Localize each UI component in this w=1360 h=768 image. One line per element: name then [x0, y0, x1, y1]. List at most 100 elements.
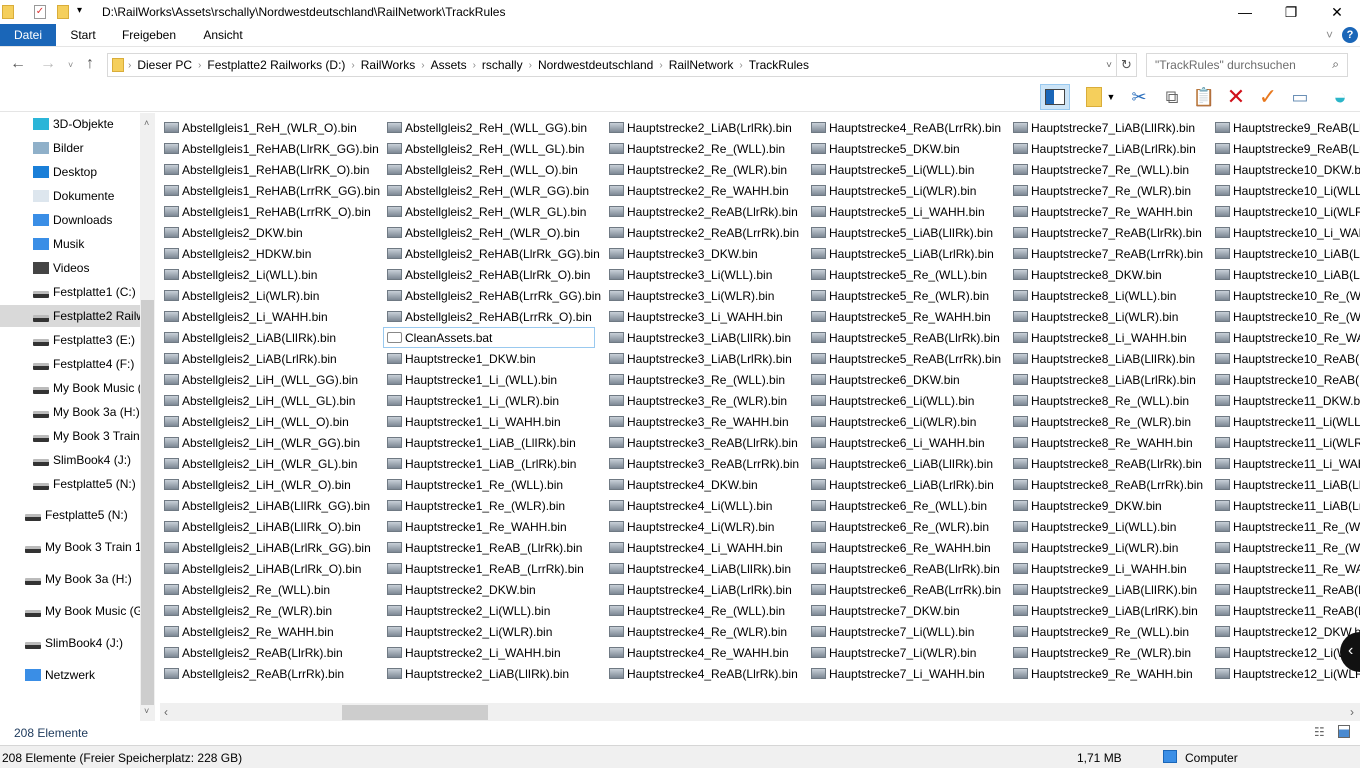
file-item[interactable]: Hauptstrecke4_Li(WLL).bin — [605, 495, 795, 516]
file-item[interactable]: Hauptstrecke9_LiAB(LlIRK).bin — [1009, 579, 1199, 600]
file-item[interactable]: Hauptstrecke6_Re_(WLR).bin — [807, 516, 997, 537]
file-item[interactable]: Abstellgleis2_Li_WAHH.bin — [160, 306, 372, 327]
file-item[interactable]: Abstellgleis2_Li(WLL).bin — [160, 264, 372, 285]
file-item[interactable]: Hauptstrecke3_Re_(WLR).bin — [605, 390, 795, 411]
nav-item[interactable]: Musik — [0, 233, 140, 255]
breadcrumb-item[interactable]: rschally — [482, 58, 523, 72]
address-bar[interactable]: › Dieser PC › Festplatte2 Railworks (D:) › Ra… — [107, 53, 1117, 77]
nav-item[interactable]: Festplatte2 Railworks (D:) — [0, 305, 140, 327]
file-item[interactable]: Hauptstrecke7_LiAB(LlIRk).bin — [1009, 117, 1199, 138]
nav-item[interactable]: 3D-Objekte — [0, 113, 140, 135]
file-item[interactable]: Hauptstrecke10_DKW.bi — [1211, 159, 1360, 180]
file-item[interactable]: Hauptstrecke8_Li(WLR).bin — [1009, 306, 1199, 327]
file-item[interactable]: Abstellgleis2_LiH_(WLL_GG).bin — [160, 369, 372, 390]
file-item[interactable]: Hauptstrecke10_Re_WA — [1211, 327, 1360, 348]
file-item[interactable]: Hauptstrecke9_Li_WAHH.bin — [1009, 558, 1199, 579]
file-item[interactable]: Hauptstrecke5_Re_(WLR).bin — [807, 285, 997, 306]
file-item[interactable]: Hauptstrecke1_DKW.bin — [383, 348, 595, 369]
file-item[interactable]: Hauptstrecke11_Li(WLL) — [1211, 411, 1360, 432]
file-item[interactable]: Hauptstrecke4_LiAB(LrlRk).bin — [605, 579, 795, 600]
file-item[interactable]: Hauptstrecke4_ReAB(LlrRk).bin — [605, 663, 798, 684]
file-item[interactable]: Hauptstrecke3_Re_WAHH.bin — [605, 411, 795, 432]
nav-item[interactable]: Bilder — [0, 137, 140, 159]
file-item[interactable]: Hauptstrecke3_LiAB(LlIRk).bin — [605, 327, 795, 348]
file-item[interactable]: Hauptstrecke2_Li(WLR).bin — [383, 621, 595, 642]
file-item[interactable]: Abstellgleis2_LiHAB(LlIRk_O).bin — [160, 516, 372, 537]
file-item[interactable]: Hauptstrecke10_LiAB(LlI — [1211, 243, 1360, 264]
shell-icon[interactable]: ◒ — [1326, 84, 1354, 110]
file-item[interactable]: Hauptstrecke11_Re_(WL — [1211, 537, 1360, 558]
tab-ansicht[interactable]: Ansicht — [196, 24, 250, 46]
file-item[interactable]: Abstellgleis2_ReH_(WLL_O).bin — [383, 159, 595, 180]
file-item[interactable]: Hauptstrecke6_Li(WLR).bin — [807, 411, 997, 432]
file-item[interactable]: Hauptstrecke6_Li_WAHH.bin — [807, 432, 997, 453]
address-dropdown-icon[interactable]: ˅ — [1106, 60, 1112, 71]
file-item[interactable]: Hauptstrecke9_DKW.bin — [1009, 495, 1199, 516]
file-item[interactable]: Hauptstrecke3_LiAB(LrlRk).bin — [605, 348, 795, 369]
file-item[interactable]: Hauptstrecke1_ReAB_(LrrRk).bin — [383, 558, 595, 579]
file-item[interactable]: Hauptstrecke8_DKW.bin — [1009, 264, 1199, 285]
preview-pane-button[interactable] — [1040, 84, 1070, 110]
file-item[interactable]: Abstellgleis2_LiH_(WLL_GL).bin — [160, 390, 372, 411]
file-item[interactable]: Hauptstrecke4_Re_WAHH.bin — [605, 642, 795, 663]
delete-icon[interactable]: ✕ — [1222, 84, 1250, 110]
file-item[interactable]: Hauptstrecke3_Li(WLL).bin — [605, 264, 795, 285]
file-item[interactable]: Hauptstrecke5_Li_WAHH.bin — [807, 201, 997, 222]
file-item[interactable]: Hauptstrecke7_Re_(WLR).bin — [1009, 180, 1199, 201]
file-item[interactable]: Hauptstrecke6_Re_WAHH.bin — [807, 537, 997, 558]
nav-item[interactable]: Dokumente — [0, 185, 140, 207]
file-item[interactable]: Hauptstrecke8_ReAB(LlrRk).bin — [1009, 453, 1202, 474]
nav-item[interactable]: My Book 3 Train — [0, 425, 140, 447]
file-item[interactable]: Hauptstrecke3_ReAB(LlrRk).bin — [605, 432, 798, 453]
nav-root-item[interactable]: Festplatte5 (N:) — [0, 504, 140, 526]
file-item[interactable]: Abstellgleis2_LiH_(WLR_GG).bin — [160, 432, 372, 453]
file-item[interactable]: Abstellgleis1_ReHAB(LrrRK_GG).bin — [160, 180, 380, 201]
rename-icon[interactable]: ▭ — [1286, 84, 1314, 110]
nav-item[interactable]: Festplatte5 (N:) — [0, 473, 140, 495]
file-item[interactable]: Hauptstrecke1_Re_(WLR).bin — [383, 495, 595, 516]
file-item[interactable]: Hauptstrecke6_ReAB(LrrRk).bin — [807, 579, 1001, 600]
nav-item[interactable]: Festplatte4 (F:) — [0, 353, 140, 375]
nav-root-item[interactable]: Netzwerk — [0, 664, 140, 686]
file-item[interactable]: Hauptstrecke8_ReAB(LrrRk).bin — [1009, 474, 1203, 495]
file-item[interactable]: Hauptstrecke8_Re_WAHH.bin — [1009, 432, 1199, 453]
file-item[interactable]: Hauptstrecke1_Li_(WLL).bin — [383, 369, 595, 390]
file-item[interactable]: Hauptstrecke7_ReAB(LrrRk).bin — [1009, 243, 1203, 264]
file-item[interactable]: Hauptstrecke8_Re_(WLL).bin — [1009, 390, 1199, 411]
file-item[interactable]: Hauptstrecke8_Li(WLL).bin — [1009, 285, 1199, 306]
file-item[interactable]: Abstellgleis2_ReHAB(LlrRk_GG).bin — [383, 243, 600, 264]
file-item[interactable]: Hauptstrecke5_Re_(WLL).bin — [807, 264, 997, 285]
file-item[interactable]: Hauptstrecke11_Re_WA — [1211, 558, 1360, 579]
scroll-up-icon[interactable]: ˄ — [144, 118, 149, 128]
file-item[interactable]: Hauptstrecke6_Li(WLL).bin — [807, 390, 997, 411]
tab-start[interactable]: Start — [64, 24, 102, 46]
file-item[interactable]: Hauptstrecke7_Li(WLR).bin — [807, 642, 997, 663]
tab-datei[interactable]: Datei — [0, 24, 56, 46]
file-item[interactable]: Hauptstrecke11_Li(WLR) — [1211, 432, 1360, 453]
refresh-button[interactable]: ↻ — [1117, 53, 1137, 77]
file-item[interactable]: Hauptstrecke4_Li(WLR).bin — [605, 516, 795, 537]
file-item[interactable]: Hauptstrecke1_Li_(WLR).bin — [383, 390, 595, 411]
file-item[interactable]: Hauptstrecke4_ReAB(LrrRk).bin — [807, 117, 1001, 138]
file-item[interactable]: Hauptstrecke2_DKW.bin — [383, 579, 595, 600]
file-item[interactable]: Hauptstrecke11_ReAB(Ll — [1211, 579, 1360, 600]
scroll-left-icon[interactable]: ‹ — [164, 705, 168, 719]
file-item[interactable]: Abstellgleis2_Re_(WLR).bin — [160, 600, 372, 621]
file-item[interactable]: Hauptstrecke1_Li_WAHH.bin — [383, 411, 595, 432]
file-item[interactable]: Abstellgleis2_LiAB(LlIRk).bin — [160, 327, 372, 348]
breadcrumb-item[interactable]: Festplatte2 Railworks (D:) — [207, 58, 345, 72]
forward-button[interactable]: → — [40, 55, 56, 73]
file-item[interactable]: Hauptstrecke7_Re_WAHH.bin — [1009, 201, 1199, 222]
file-item[interactable]: Abstellgleis2_LiH_(WLR_GL).bin — [160, 453, 372, 474]
file-item[interactable]: Hauptstrecke11_Re_(WL — [1211, 516, 1360, 537]
file-item[interactable]: Hauptstrecke7_Re_(WLL).bin — [1009, 159, 1199, 180]
file-item[interactable]: Hauptstrecke2_ReAB(LlrRk).bin — [605, 201, 798, 222]
file-item[interactable]: Hauptstrecke3_Re_(WLL).bin — [605, 369, 795, 390]
nav-item[interactable]: Videos — [0, 257, 140, 279]
file-item[interactable]: Hauptstrecke5_DKW.bin — [807, 138, 997, 159]
large-icons-view-icon[interactable] — [1338, 725, 1350, 738]
file-item[interactable]: Hauptstrecke5_Li(WLR).bin — [807, 180, 997, 201]
file-item[interactable]: Hauptstrecke10_Re_(WL — [1211, 285, 1360, 306]
file-item[interactable]: Hauptstrecke10_Li(WLR) — [1211, 201, 1360, 222]
file-item[interactable]: Hauptstrecke12_Li(WLR) — [1211, 663, 1360, 684]
